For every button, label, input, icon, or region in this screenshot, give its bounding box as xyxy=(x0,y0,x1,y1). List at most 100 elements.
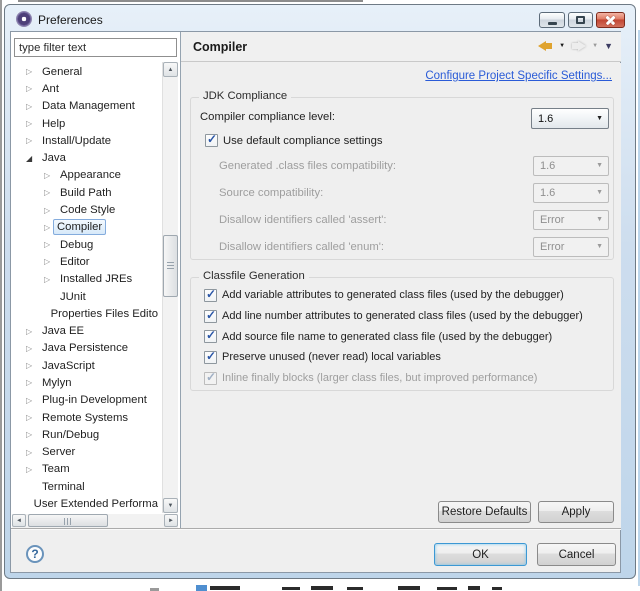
tree-item[interactable]: Java EE xyxy=(11,322,162,339)
apply-button[interactable]: Apply xyxy=(538,501,614,523)
tree-horizontal-scrollbar[interactable]: ◄ ► xyxy=(12,514,178,528)
tree-expander-icon[interactable] xyxy=(26,102,38,111)
tree-item[interactable]: Properties Files Edito xyxy=(11,305,162,322)
tree-expander-icon[interactable] xyxy=(26,378,38,387)
option-checkbox[interactable] xyxy=(204,349,217,364)
forward-icon[interactable] xyxy=(571,40,587,52)
scroll-left-button[interactable]: ◄ xyxy=(12,514,26,527)
jdk-setting-select[interactable]: Error ▼ xyxy=(533,236,609,257)
tree-item[interactable]: Debug xyxy=(11,236,162,253)
help-icon: ? xyxy=(31,547,39,561)
tree-expander-icon[interactable] xyxy=(26,119,38,128)
tree-expander-icon[interactable] xyxy=(26,448,38,457)
tree-item[interactable]: Terminal xyxy=(11,478,162,495)
vertical-scroll-thumb[interactable] xyxy=(163,235,178,297)
tree-item[interactable]: Code Style xyxy=(11,201,162,218)
jdk-setting-row: Generated .class files compatibility: 1.… xyxy=(219,152,609,179)
tree-item[interactable]: Install/Update xyxy=(11,132,162,149)
tree-expander-icon[interactable] xyxy=(26,465,38,474)
tree-item[interactable]: JUnit xyxy=(11,288,162,305)
tree-item[interactable]: JavaScript xyxy=(11,357,162,374)
tree-item-label: Code Style xyxy=(60,204,116,217)
tree-item-label: Plug-in Development xyxy=(42,394,147,407)
compliance-level-select[interactable]: 1.6 ▼ xyxy=(531,108,609,129)
horizontal-scroll-thumb[interactable] xyxy=(28,514,108,527)
maximize-button[interactable] xyxy=(568,12,593,28)
option-checkbox[interactable] xyxy=(204,308,217,323)
footer-divider xyxy=(11,528,621,529)
option-checkbox[interactable] xyxy=(204,287,217,302)
tree-expander-icon[interactable] xyxy=(26,67,38,76)
tree-item[interactable]: Ant xyxy=(11,80,162,97)
use-default-compliance-row[interactable]: Use default compliance settings xyxy=(205,132,383,147)
tree-expander-icon[interactable] xyxy=(26,136,38,145)
tree-expander-icon[interactable] xyxy=(26,430,38,439)
forward-menu-icon[interactable]: ▼ xyxy=(592,43,598,49)
help-button[interactable]: ? xyxy=(26,545,44,563)
classfile-option-row[interactable]: Add variable attributes to generated cla… xyxy=(204,285,609,306)
classfile-option-row[interactable]: Inline finally blocks (larger class file… xyxy=(204,368,609,389)
cancel-button[interactable]: Cancel xyxy=(537,543,616,566)
tree-item[interactable]: Appearance xyxy=(11,167,162,184)
tree-expander-icon[interactable] xyxy=(26,413,38,422)
tree-vertical-scrollbar[interactable]: ▲ ▼ xyxy=(162,62,178,513)
jdk-setting-select[interactable]: 1.6 ▼ xyxy=(533,182,609,203)
tree-item[interactable]: Mylyn xyxy=(11,374,162,391)
jdk-setting-select[interactable]: 1.6 ▼ xyxy=(533,155,609,176)
tree-expander-icon[interactable] xyxy=(44,171,56,180)
scroll-down-button[interactable]: ▼ xyxy=(163,498,178,513)
tree-item-label: Java Persistence xyxy=(42,342,129,355)
tree-expander-icon[interactable] xyxy=(44,188,56,197)
tree-expander-icon[interactable] xyxy=(44,275,56,284)
scroll-up-icon: ▲ xyxy=(167,66,174,73)
scroll-down-icon: ▼ xyxy=(167,502,174,509)
tree-item-label: Server xyxy=(42,446,76,459)
tree-item[interactable]: Run/Debug xyxy=(11,426,162,443)
classfile-option-row[interactable]: Preserve unused (never read) local varia… xyxy=(204,347,609,368)
back-icon[interactable] xyxy=(538,40,553,52)
tree-item[interactable]: Help xyxy=(11,115,162,132)
use-default-checkbox[interactable] xyxy=(205,132,218,147)
classfile-option-row[interactable]: Add source file name to generated class … xyxy=(204,326,609,347)
tree-expander-icon[interactable] xyxy=(26,84,38,93)
tree-item[interactable]: Team xyxy=(11,461,162,478)
back-menu-icon[interactable]: ▼ xyxy=(559,43,565,49)
chevron-down-icon: ▼ xyxy=(596,243,603,250)
tree-item[interactable]: Remote Systems xyxy=(11,409,162,426)
restore-defaults-button[interactable]: Restore Defaults xyxy=(438,501,531,523)
tree-expander-icon[interactable] xyxy=(26,361,38,370)
filter-input[interactable] xyxy=(14,38,177,57)
tree-item[interactable]: Data Management xyxy=(11,98,162,115)
tree-item[interactable]: General xyxy=(11,63,162,80)
jdk-setting-label: Generated .class files compatibility: xyxy=(219,159,397,172)
scroll-up-button[interactable]: ▲ xyxy=(163,62,178,77)
minimize-button[interactable] xyxy=(539,12,565,28)
close-button[interactable] xyxy=(596,12,625,28)
chevron-down-icon: ▼ xyxy=(596,115,603,122)
tree-item[interactable]: Java xyxy=(11,149,162,166)
tree-expander-icon[interactable] xyxy=(26,344,38,353)
configure-project-settings-link[interactable]: Configure Project Specific Settings... xyxy=(425,70,612,82)
tree-item[interactable]: Build Path xyxy=(11,184,162,201)
tree-item[interactable]: Plug-in Development xyxy=(11,392,162,409)
tree-expander-icon[interactable] xyxy=(44,240,56,249)
tree-expander-icon[interactable] xyxy=(26,396,38,405)
option-checkbox[interactable] xyxy=(204,328,217,344)
tree-expander-icon[interactable] xyxy=(44,206,56,215)
scroll-right-button[interactable]: ► xyxy=(164,514,178,527)
tree-expander-icon[interactable] xyxy=(26,154,38,163)
tree-item[interactable]: Compiler xyxy=(11,219,162,236)
tree-expander-icon[interactable] xyxy=(44,257,56,266)
option-checkbox[interactable] xyxy=(204,370,217,385)
tree-item[interactable]: Editor xyxy=(11,253,162,270)
maximize-icon xyxy=(576,16,585,24)
tree-expander-icon[interactable] xyxy=(26,327,38,336)
classfile-option-row[interactable]: Add line number attributes to generated … xyxy=(204,306,609,327)
tree-item[interactable]: Server xyxy=(11,444,162,461)
view-menu-icon[interactable]: ▼ xyxy=(604,41,613,51)
tree-item[interactable]: Installed JREs xyxy=(11,271,162,288)
jdk-setting-select[interactable]: Error ▼ xyxy=(533,209,609,230)
ok-button[interactable]: OK xyxy=(434,543,527,566)
tree-item[interactable]: User Extended Performa xyxy=(11,495,162,512)
tree-item[interactable]: Java Persistence xyxy=(11,340,162,357)
